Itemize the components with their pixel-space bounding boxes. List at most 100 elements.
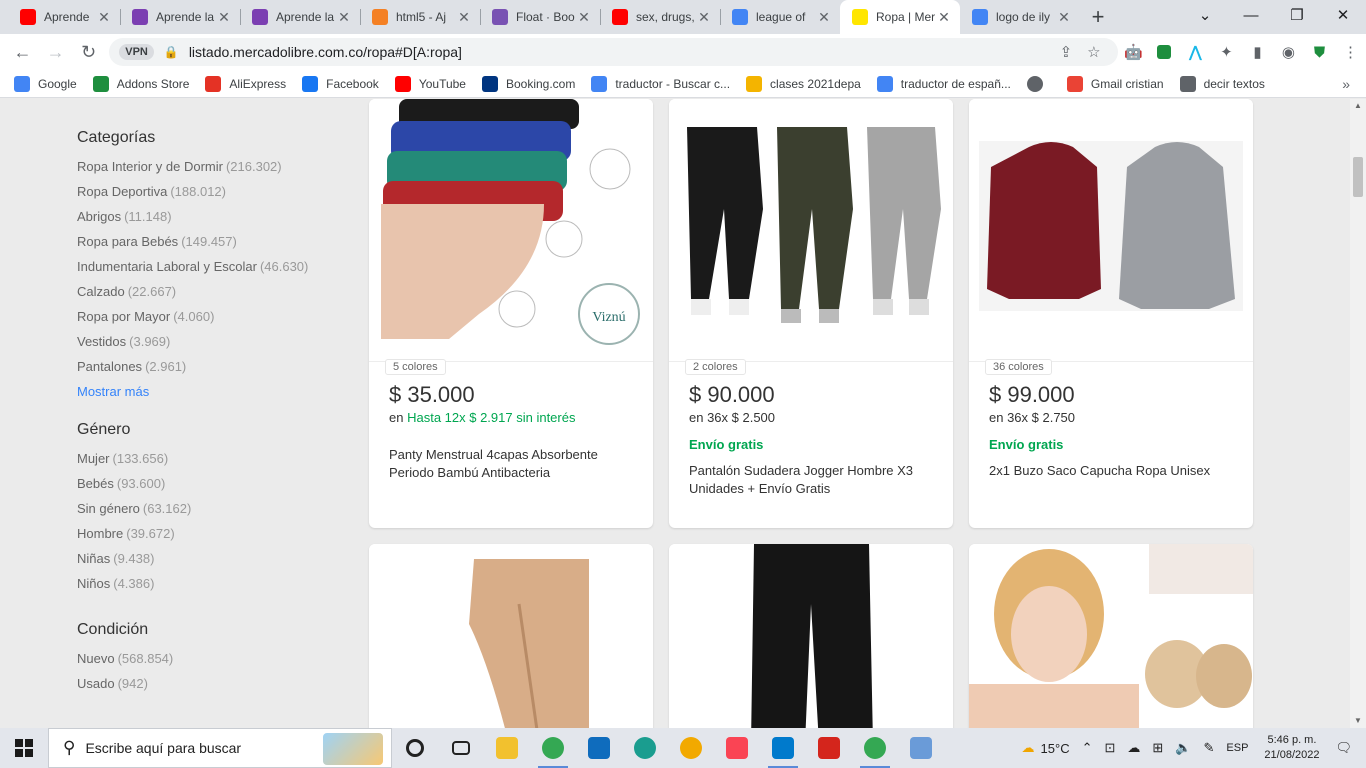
close-tab-icon[interactable]: ✕	[816, 9, 832, 26]
product-image[interactable]	[969, 99, 1253, 361]
browser-tab[interactable]: logo de ily ✕	[960, 0, 1080, 34]
filter-item[interactable]: Abrigos (11.148)	[77, 207, 357, 232]
filter-item[interactable]: Mujer (133.656)	[77, 449, 357, 474]
close-tab-icon[interactable]: ✕	[216, 9, 232, 26]
close-tab-icon[interactable]: ✕	[336, 9, 352, 26]
product-title[interactable]: Pantalón Sudadera Jogger Hombre X3 Unida…	[689, 462, 933, 498]
chevron-up-icon[interactable]: ⌃	[1082, 740, 1093, 756]
reload-button[interactable]: ↻	[74, 37, 103, 67]
filter-item[interactable]: Pantalones (2.961)	[77, 357, 357, 382]
maximize-button[interactable]: ❐	[1274, 0, 1320, 30]
product-card[interactable]: Viznú 5 colores $ 35.000 en Hasta 12x $ …	[369, 99, 653, 528]
browser-tab[interactable]: html5 - Aj ✕	[360, 0, 480, 34]
weather-text[interactable]: 15°C	[1041, 741, 1070, 756]
bookmark-item[interactable]: Google	[14, 75, 77, 92]
filter-item[interactable]: Calzado (22.667)	[77, 282, 357, 307]
new-tab-button[interactable]: +	[1080, 0, 1116, 34]
onedrive-icon[interactable]: ☁	[1127, 740, 1140, 756]
product-card[interactable]	[969, 544, 1253, 728]
vpn-badge[interactable]: VPN	[119, 44, 154, 60]
close-tab-icon[interactable]: ✕	[696, 9, 712, 26]
taskbar-app[interactable]	[760, 728, 806, 768]
product-image[interactable]	[669, 99, 953, 361]
bookmarks-overflow-icon[interactable]: »	[1342, 76, 1350, 92]
product-card[interactable]	[369, 544, 653, 728]
extension-badge-icon[interactable]	[1149, 45, 1180, 59]
back-button[interactable]: ←	[8, 37, 37, 67]
page-scrollbar[interactable]: ▲ ▼	[1350, 99, 1366, 728]
minimize-button[interactable]: —	[1228, 0, 1274, 30]
address-bar[interactable]: VPN 🔒 listado.mercadolibre.com.co/ropa#D…	[109, 38, 1118, 66]
product-image[interactable]: Viznú	[369, 99, 653, 361]
language-indicator[interactable]: ESP	[1226, 742, 1248, 754]
close-tab-icon[interactable]: ✕	[96, 9, 112, 26]
filter-item[interactable]: Sin género (63.162)	[77, 499, 357, 524]
filter-item[interactable]: Ropa Interior y de Dormir (216.302)	[77, 157, 357, 182]
share-icon[interactable]: ⇪	[1052, 43, 1080, 61]
taskbar-app[interactable]	[852, 728, 898, 768]
profile-icon[interactable]: ◉	[1273, 43, 1304, 61]
filter-item[interactable]: Indumentaria Laboral y Escolar (46.630)	[77, 257, 357, 282]
bookmark-item[interactable]: Addons Store	[92, 75, 189, 92]
product-title[interactable]: 2x1 Buzo Saco Capucha Ropa Unisex	[989, 462, 1233, 480]
filter-item[interactable]: Ropa Deportiva (188.012)	[77, 182, 357, 207]
bookmark-item[interactable]: decir textos	[1179, 75, 1265, 92]
browser-tab[interactable]: Aprende la ✕	[120, 0, 240, 34]
taskbar-app[interactable]	[530, 728, 576, 768]
taskbar-app[interactable]	[484, 728, 530, 768]
taskbar-app[interactable]	[806, 728, 852, 768]
url-text[interactable]: listado.mercadolibre.com.co/ropa#D[A:rop…	[189, 44, 1052, 60]
close-tab-icon[interactable]: ✕	[456, 9, 472, 26]
side-panel-icon[interactable]: ▮	[1242, 43, 1273, 61]
taskbar-app[interactable]	[438, 728, 484, 768]
filter-item[interactable]: Vestidos (3.969)	[77, 332, 357, 357]
browser-tab[interactable]: Float · Boo ✕	[480, 0, 600, 34]
lock-icon[interactable]: 🔒	[164, 45, 179, 59]
bookmark-item[interactable]: Booking.com	[481, 75, 575, 92]
camera-icon[interactable]: ⊡	[1105, 740, 1116, 756]
menu-icon[interactable]: ⋮	[1335, 43, 1366, 61]
extension-app-icon[interactable]: ⋀	[1180, 43, 1211, 61]
close-tab-icon[interactable]: ✕	[576, 9, 592, 26]
shield-extension-icon[interactable]: ⛊	[1304, 44, 1335, 61]
taskbar-app[interactable]	[576, 728, 622, 768]
filter-item[interactable]: Niños (4.386)	[77, 574, 357, 599]
product-card[interactable]	[669, 544, 953, 728]
taskbar-app[interactable]	[622, 728, 668, 768]
product-card[interactable]: 36 colores $ 99.000 en 36x $ 2.750 Envío…	[969, 99, 1253, 528]
notifications-icon[interactable]: 🗨	[1335, 740, 1352, 756]
filter-item[interactable]: Nuevo (568.854)	[77, 649, 357, 674]
product-title[interactable]: Panty Menstrual 4capas Absorbente Period…	[389, 446, 633, 482]
extension-robot-icon[interactable]: 🤖	[1118, 43, 1149, 61]
taskbar-app[interactable]	[392, 728, 438, 768]
filter-item[interactable]: Bebés (93.600)	[77, 474, 357, 499]
bookmark-item[interactable]	[1026, 75, 1051, 92]
taskbar-app[interactable]	[668, 728, 714, 768]
browser-tab[interactable]: sex, drugs, ✕	[600, 0, 720, 34]
filter-item[interactable]: Niñas (9.438)	[77, 549, 357, 574]
bookmark-item[interactable]: traductor - Buscar c...	[591, 75, 730, 92]
bookmark-item[interactable]: YouTube	[394, 75, 466, 92]
bookmark-item[interactable]: AliExpress	[205, 75, 286, 92]
browser-tab[interactable]: Aprende la ✕	[240, 0, 360, 34]
browser-tab[interactable]: Ropa | Mer ✕	[840, 0, 960, 34]
show-more-link[interactable]: Mostrar más	[77, 384, 357, 399]
taskbar-app[interactable]	[714, 728, 760, 768]
browser-tab[interactable]: Aprende ✕	[8, 0, 120, 34]
taskbar-app[interactable]	[898, 728, 944, 768]
weather-icon[interactable]: ☁	[1022, 740, 1035, 756]
extensions-puzzle-icon[interactable]: ✦	[1211, 43, 1242, 61]
pen-icon[interactable]: ✎	[1204, 740, 1215, 756]
filter-item[interactable]: Usado (942)	[77, 674, 357, 699]
filter-item[interactable]: Hombre (39.672)	[77, 524, 357, 549]
filter-item[interactable]: Ropa para Bebés (149.457)	[77, 232, 357, 257]
taskbar-search-box[interactable]: ⚲ Escribe aquí para buscar	[48, 728, 392, 768]
scrollbar-thumb[interactable]	[1353, 157, 1363, 197]
bookmark-item[interactable]: clases 2021depa	[746, 75, 861, 92]
bookmark-item[interactable]: Gmail cristian	[1066, 75, 1164, 92]
filter-item[interactable]: Ropa por Mayor (4.060)	[77, 307, 357, 332]
bookmark-item[interactable]: Facebook	[302, 75, 379, 92]
start-button[interactable]	[0, 728, 48, 768]
volume-icon[interactable]: 🔈	[1175, 740, 1191, 756]
close-window-button[interactable]: ✕	[1320, 0, 1366, 30]
